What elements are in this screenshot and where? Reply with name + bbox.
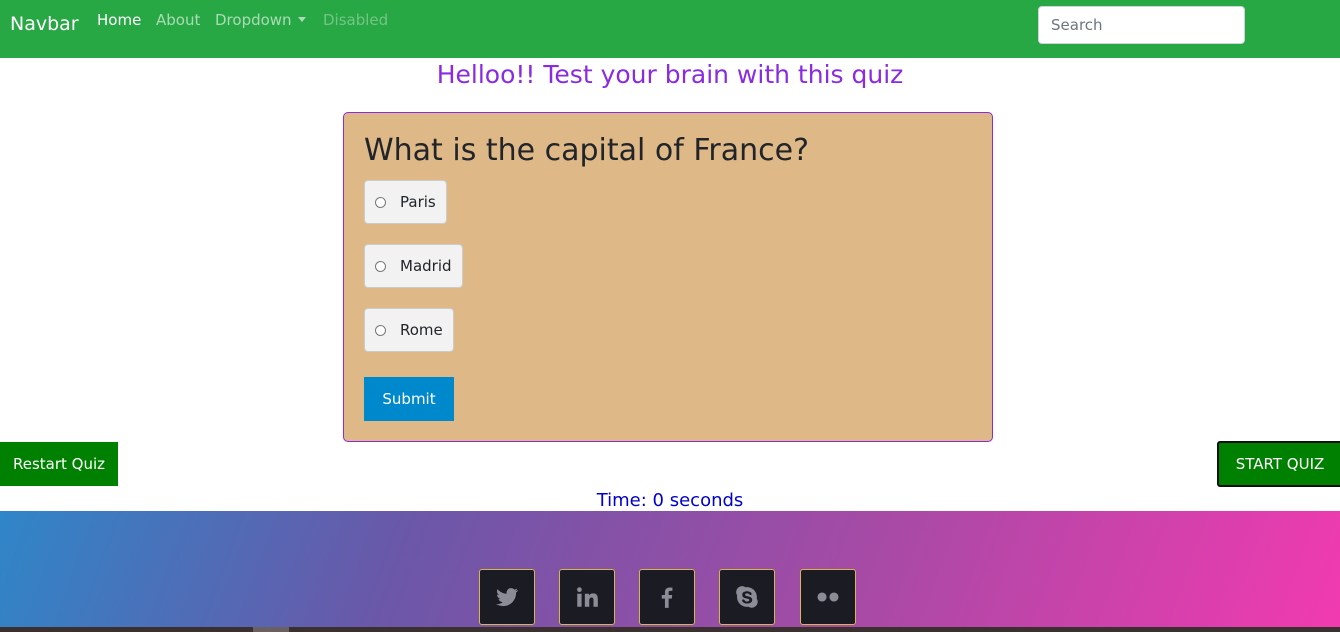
flickr-icon[interactable] [800, 569, 856, 625]
option-label: Paris [400, 193, 436, 211]
option-paris[interactable]: Paris [364, 180, 447, 224]
timer-text: Time: 0 seconds [596, 490, 744, 511]
page-title: Helloo!! Test your brain with this quiz [436, 60, 904, 89]
radio-button[interactable] [375, 260, 386, 272]
start-quiz-button[interactable]: START QUIZ [1217, 441, 1340, 487]
search-input[interactable] [1038, 6, 1245, 44]
footer-strip-marker [253, 627, 289, 632]
nav-link-about[interactable]: About [156, 11, 200, 29]
radio-button[interactable] [375, 324, 386, 336]
facebook-icon[interactable] [639, 569, 695, 625]
footer [0, 511, 1340, 632]
option-label: Madrid [400, 257, 452, 275]
navbar-brand[interactable]: Navbar [10, 13, 79, 35]
quiz-card: What is the capital of France? Paris Mad… [343, 112, 993, 442]
restart-quiz-button[interactable]: Restart Quiz [0, 442, 118, 486]
option-rome[interactable]: Rome [364, 308, 454, 352]
nav-link-home[interactable]: Home [97, 11, 141, 29]
skype-icon[interactable] [719, 569, 775, 625]
submit-button[interactable]: Submit [364, 377, 454, 421]
radio-button[interactable] [375, 196, 386, 208]
nav-link-dropdown[interactable]: Dropdown [215, 11, 306, 29]
nav-link-disabled: Disabled [323, 11, 389, 29]
linkedin-icon[interactable] [559, 569, 615, 625]
footer-bottom-strip [0, 627, 1340, 632]
option-madrid[interactable]: Madrid [364, 244, 463, 288]
question-text: What is the capital of France? [364, 133, 810, 168]
option-label: Rome [400, 321, 443, 339]
twitter-icon[interactable] [479, 569, 535, 625]
caret-down-icon [297, 17, 306, 22]
dropdown-label: Dropdown [215, 11, 292, 29]
navbar: Navbar Home About Dropdown Disabled [0, 0, 1340, 58]
